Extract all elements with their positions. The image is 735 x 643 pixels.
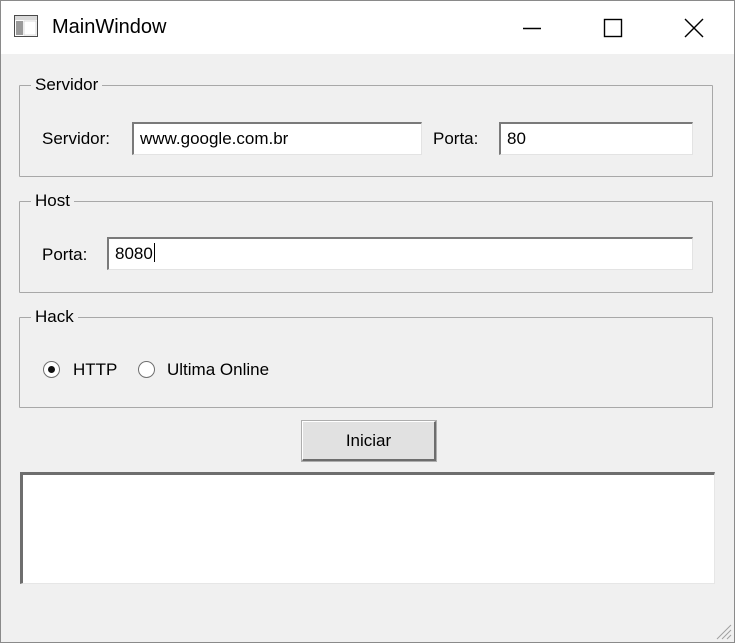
minimize-button[interactable]: [492, 1, 572, 54]
server-label: Servidor:: [42, 129, 111, 148]
hack-group-title: Hack: [31, 307, 78, 327]
maximize-icon: [603, 18, 623, 37]
server-port-input[interactable]: 80: [499, 122, 693, 155]
server-port-label: Porta:: [433, 129, 479, 148]
host-port-value: 8080: [115, 244, 153, 263]
host-port-label: Porta:: [42, 245, 88, 264]
radio-http-label[interactable]: HTTP: [73, 360, 117, 380]
servidor-group-title: Servidor: [31, 75, 103, 95]
start-button[interactable]: Iniciar: [302, 421, 436, 461]
host-port-input[interactable]: 8080: [107, 237, 693, 270]
main-window: MainWindow Servidor Servidor: www.google…: [0, 0, 735, 643]
output-textarea[interactable]: [20, 472, 715, 584]
app-window-icon: [14, 15, 38, 37]
resize-grip-icon[interactable]: [712, 620, 732, 640]
close-button[interactable]: [654, 1, 734, 54]
text-caret: [153, 243, 155, 262]
host-group: Host Porta: 8080: [19, 191, 713, 293]
close-icon: [684, 18, 704, 37]
title-bar[interactable]: MainWindow: [1, 1, 734, 54]
server-input[interactable]: www.google.com.br: [132, 122, 422, 155]
minimize-icon: [523, 27, 541, 29]
radio-ultima-online[interactable]: [138, 361, 155, 378]
servidor-group: Servidor Servidor: www.google.com.br Por…: [19, 75, 713, 177]
hack-group: Hack HTTP Ultima Online: [19, 307, 713, 408]
host-group-title: Host: [31, 191, 74, 211]
radio-ultima-online-label[interactable]: Ultima Online: [167, 360, 269, 380]
radio-http[interactable]: [43, 361, 60, 378]
radio-selected-dot: [48, 366, 55, 373]
maximize-button[interactable]: [573, 1, 653, 54]
window-title: MainWindow: [52, 16, 167, 38]
